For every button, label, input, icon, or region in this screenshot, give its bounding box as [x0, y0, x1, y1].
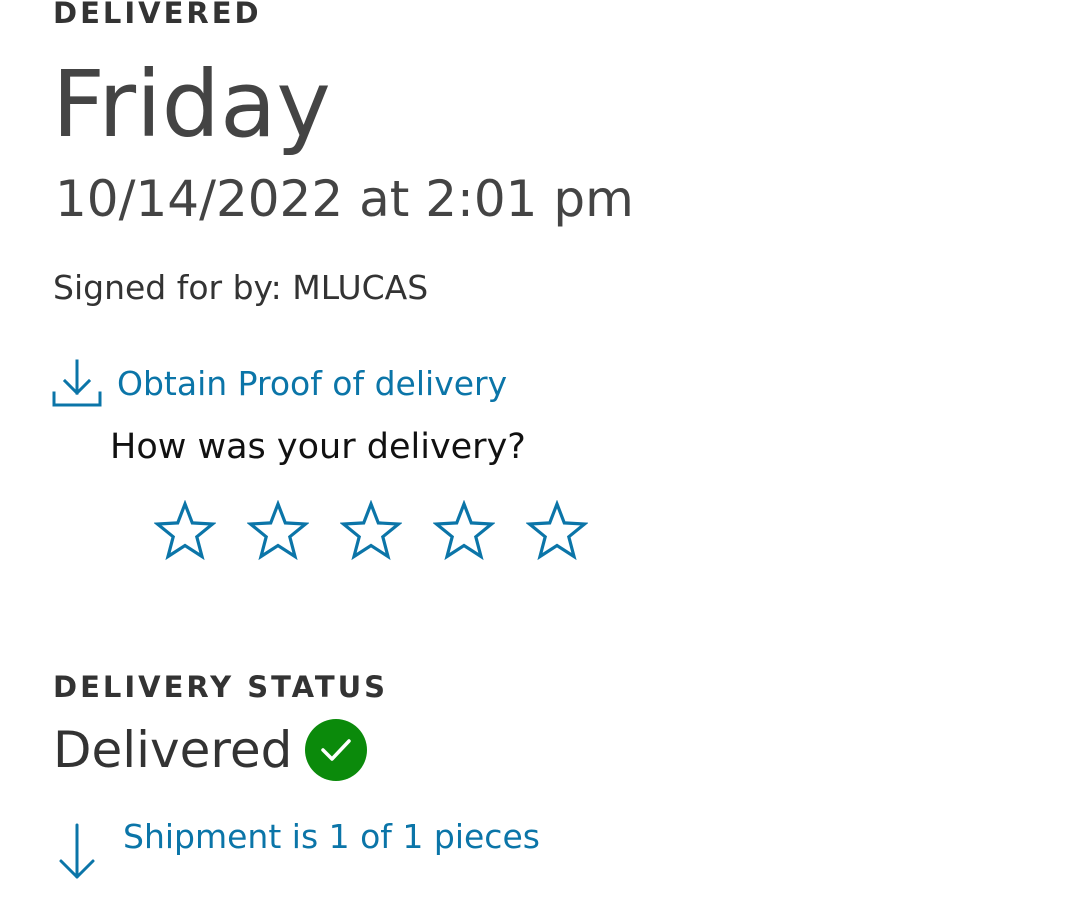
delivery-status: Delivered [53, 718, 368, 782]
star-4-icon[interactable] [433, 500, 495, 562]
arrow-down-icon [59, 823, 95, 879]
signed-for-by: Signed for by: MLUCAS [53, 268, 429, 307]
delivered-eyebrow: DELIVERED [53, 0, 262, 30]
delivery-datetime: 10/14/2022 at 2:01 pm [55, 170, 634, 228]
delivery-day: Friday [52, 51, 331, 158]
obtain-proof-label: Obtain Proof of delivery [117, 363, 508, 403]
star-rating [154, 500, 588, 562]
delivery-status-value: Delivered [53, 720, 293, 779]
star-5-icon[interactable] [526, 500, 588, 562]
delivery-detail-page: DELIVERED Friday 10/14/2022 at 2:01 pm S… [0, 0, 1080, 901]
star-1-icon[interactable] [154, 500, 216, 562]
shipment-pieces-label: Shipment is 1 of 1 pieces [123, 817, 540, 856]
download-icon [52, 359, 102, 407]
rating-question: How was your delivery? [110, 427, 526, 467]
check-circle-icon [305, 719, 368, 781]
delivery-status-eyebrow: DELIVERY STATUS [53, 670, 389, 704]
star-3-icon[interactable] [340, 500, 402, 562]
shipment-pieces-link[interactable]: Shipment is 1 of 1 pieces [57, 815, 540, 881]
obtain-proof-of-delivery-link[interactable]: Obtain Proof of delivery [51, 356, 507, 410]
star-2-icon[interactable] [247, 500, 309, 562]
